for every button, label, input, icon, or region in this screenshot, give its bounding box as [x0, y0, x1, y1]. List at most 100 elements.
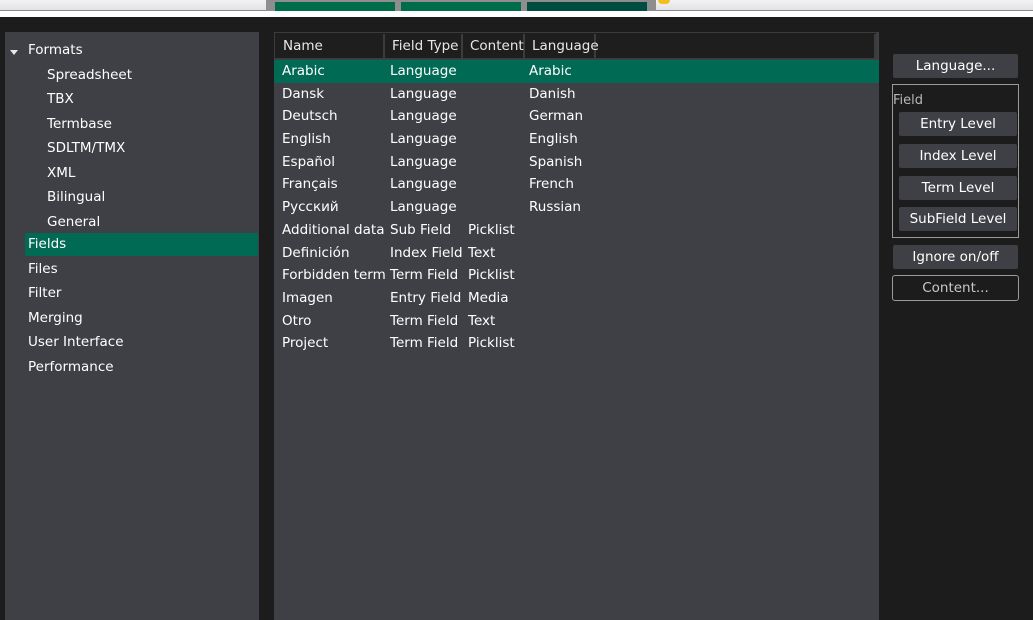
- table-row[interactable]: Deutsch Language German: [274, 105, 879, 128]
- tree-item-xml[interactable]: XML: [47, 162, 75, 185]
- cell-field-type: Language: [390, 85, 457, 102]
- cell-field-type: Language: [390, 131, 457, 148]
- cell-name: Forbidden term: [282, 267, 386, 284]
- divider: [0, 11, 1033, 17]
- cell-field-type: Language: [390, 176, 457, 193]
- cell-language: German: [529, 108, 584, 125]
- top-tab-1[interactable]: [275, 2, 395, 11]
- tree-item-merging[interactable]: Merging: [25, 307, 258, 330]
- tree-item-label: User Interface: [28, 334, 124, 350]
- cell-field-type: Entry Field: [390, 289, 462, 306]
- expand-arrow-icon[interactable]: [10, 50, 18, 55]
- cell-name: Imagen: [282, 289, 333, 306]
- table-row[interactable]: Project Term Field Picklist: [274, 332, 879, 355]
- column-header-content[interactable]: Content: [463, 34, 525, 59]
- cell-language: Spanish: [529, 153, 583, 170]
- cell-name: English: [282, 131, 331, 148]
- tree-item-formats[interactable]: Formats: [5, 39, 238, 62]
- field-group-label: Field: [893, 93, 924, 108]
- table-header: Name Field Type Content Language: [274, 32, 877, 59]
- entry-level-button[interactable]: Entry Level: [899, 112, 1017, 136]
- index-level-button[interactable]: Index Level: [899, 144, 1017, 168]
- tree-item-termbase[interactable]: Termbase: [47, 113, 112, 136]
- tree-item-label: Files: [28, 261, 58, 277]
- cell-content: Picklist: [468, 267, 515, 284]
- cell-content: Text: [468, 312, 496, 329]
- cell-field-type: Language: [390, 63, 457, 79]
- cell-language: Russian: [529, 199, 581, 216]
- language-button[interactable]: Language...: [893, 54, 1018, 78]
- tree-item-label: Formats: [28, 42, 83, 58]
- fields-table: Name Field Type Content Language Arabic L…: [274, 32, 879, 620]
- table-row[interactable]: Русский Language Russian: [274, 196, 879, 219]
- cell-name: Русский: [282, 199, 339, 216]
- cell-content: Picklist: [468, 221, 515, 238]
- cell-field-type: Term Field: [390, 312, 459, 329]
- table-row[interactable]: Arabic Language Arabic: [274, 60, 879, 83]
- table-row[interactable]: Français Language French: [274, 173, 879, 196]
- table-row[interactable]: Español Language Spanish: [274, 151, 879, 174]
- cell-field-type: Sub Field: [390, 221, 452, 238]
- table-row[interactable]: Otro Term Field Text: [274, 310, 879, 333]
- cell-language: Danish: [529, 85, 576, 102]
- cell-name: Français: [282, 176, 338, 193]
- top-tab-group: [266, 0, 656, 11]
- tree-item-files[interactable]: Files: [25, 258, 258, 281]
- cell-name: Project: [282, 335, 329, 352]
- table-row[interactable]: Additional data Sub Field Picklist: [274, 219, 879, 242]
- cell-field-type: Language: [390, 153, 457, 170]
- tree-item-label: TBX: [47, 91, 74, 107]
- tree-item-label: Performance: [28, 358, 114, 375]
- cell-field-type: Language: [390, 199, 457, 216]
- tree-item-label: Fields: [28, 236, 67, 252]
- content-button[interactable]: Content...: [892, 275, 1019, 301]
- tree-item-label: Bilingual: [47, 189, 106, 205]
- column-header-filler: [596, 34, 876, 59]
- tree-item-sdltm-tmx[interactable]: SDLTM/TMX: [47, 137, 125, 160]
- settings-tree: Formats Spreadsheet TBX Termbase SDLTM/TMX XM…: [5, 32, 259, 620]
- tree-item-label: General: [47, 213, 101, 230]
- tree-item-performance[interactable]: Performance: [25, 356, 258, 379]
- coin-icon: [658, 0, 670, 4]
- subfield-level-button[interactable]: SubField Level: [899, 207, 1017, 231]
- cell-field-type: Term Field: [390, 267, 459, 284]
- tree-item-fields[interactable]: Fields: [25, 233, 258, 256]
- tree-item-bilingual[interactable]: Bilingual: [47, 186, 105, 209]
- cell-name: Deutsch: [282, 108, 338, 125]
- tree-item-general[interactable]: General: [47, 211, 100, 234]
- top-tab-2[interactable]: [401, 2, 521, 11]
- table-row[interactable]: Imagen Entry Field Media: [274, 287, 879, 310]
- cell-field-type: Index Field: [390, 244, 463, 261]
- cell-name: Dansk: [282, 85, 325, 102]
- table-row[interactable]: Dansk Language Danish: [274, 83, 879, 106]
- tree-item-filter[interactable]: Filter: [25, 282, 258, 305]
- tree-item-user-interface[interactable]: User Interface: [25, 331, 258, 354]
- cell-field-type: Language: [390, 108, 457, 125]
- cell-language: French: [529, 176, 574, 193]
- tree-item-label: Spreadsheet: [47, 67, 133, 83]
- cell-name: Additional data: [282, 221, 385, 238]
- cell-content: Text: [468, 244, 496, 261]
- cell-name: Arabic: [282, 63, 325, 79]
- ignore-toggle-button[interactable]: Ignore on/off: [893, 245, 1018, 269]
- cell-content: Media: [468, 289, 509, 306]
- window-top-strip: [0, 0, 1033, 11]
- column-header-field-type[interactable]: Field Type: [385, 34, 463, 59]
- cell-language: English: [529, 131, 578, 148]
- tree-item-spreadsheet[interactable]: Spreadsheet: [47, 64, 132, 87]
- cell-name: Español: [282, 153, 335, 170]
- table-row[interactable]: English Language English: [274, 128, 879, 151]
- table-row[interactable]: Forbidden term Term Field Picklist: [274, 264, 879, 287]
- column-header-name[interactable]: Name: [276, 34, 385, 59]
- term-level-button[interactable]: Term Level: [899, 176, 1017, 200]
- tree-item-label: SDLTM/TMX: [47, 140, 126, 156]
- cell-name: Otro: [282, 312, 312, 329]
- column-header-language[interactable]: Language: [525, 34, 599, 59]
- top-tab-3[interactable]: [527, 2, 647, 11]
- tree-item-label: Filter: [28, 285, 62, 301]
- cell-field-type: Term Field: [390, 335, 459, 352]
- table-row[interactable]: Definición Index Field Text: [274, 242, 879, 265]
- cell-content: Picklist: [468, 335, 515, 352]
- tree-item-tbx[interactable]: TBX: [47, 88, 74, 111]
- table-body: Arabic Language Arabic Dansk Language Danish D…: [274, 60, 879, 355]
